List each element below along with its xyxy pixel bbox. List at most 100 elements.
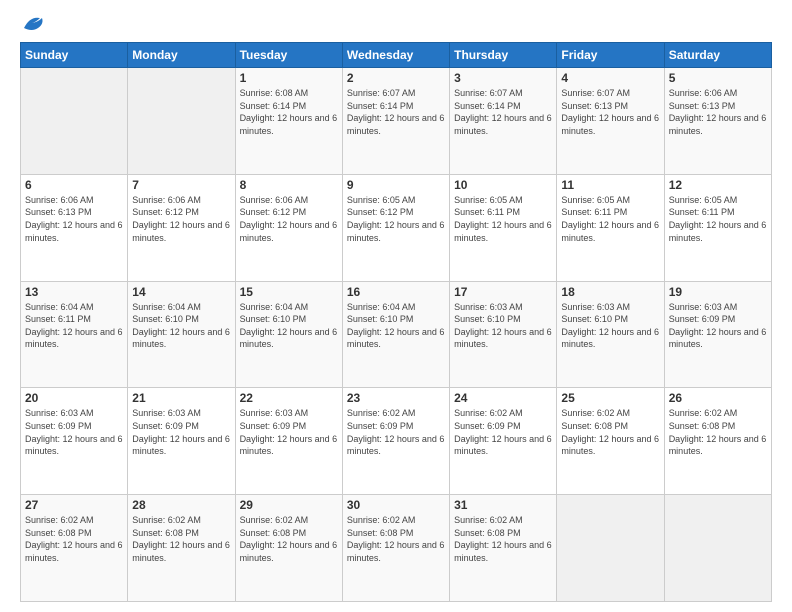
day-info: Sunrise: 6:04 AMSunset: 6:10 PMDaylight:… bbox=[132, 301, 230, 351]
day-number: 7 bbox=[132, 178, 230, 192]
day-cell: 13 Sunrise: 6:04 AMSunset: 6:11 PMDayligh… bbox=[21, 281, 128, 388]
weekday-header-tuesday: Tuesday bbox=[235, 43, 342, 68]
day-number: 29 bbox=[240, 498, 338, 512]
day-number: 8 bbox=[240, 178, 338, 192]
day-cell: 30Sunrise: 6:02 AMSunset: 6:08 PMDayligh… bbox=[342, 495, 449, 602]
day-cell: 1 Sunrise: 6:08 AMSunset: 6:14 PMDaylight… bbox=[235, 68, 342, 175]
day-cell: 15Sunrise: 6:04 AMSunset: 6:10 PMDayligh… bbox=[235, 281, 342, 388]
day-cell: 4 Sunrise: 6:07 AMSunset: 6:13 PMDaylight… bbox=[557, 68, 664, 175]
day-info: Sunrise: 6:03 AMSunset: 6:09 PMDaylight:… bbox=[669, 301, 767, 351]
day-cell bbox=[557, 495, 664, 602]
day-number: 16 bbox=[347, 285, 445, 299]
day-number: 4 bbox=[561, 71, 659, 85]
day-info: Sunrise: 6:03 AMSunset: 6:09 PMDaylight:… bbox=[132, 407, 230, 457]
day-info: Sunrise: 6:03 AMSunset: 6:09 PMDaylight:… bbox=[25, 407, 123, 457]
day-cell: 20 Sunrise: 6:03 AMSunset: 6:09 PMDayligh… bbox=[21, 388, 128, 495]
day-info: Sunrise: 6:02 AMSunset: 6:08 PMDaylight:… bbox=[561, 407, 659, 457]
day-info: Sunrise: 6:02 AMSunset: 6:08 PMDaylight:… bbox=[240, 514, 338, 564]
day-number: 1 bbox=[240, 71, 338, 85]
day-number: 31 bbox=[454, 498, 552, 512]
day-info: Sunrise: 6:03 AMSunset: 6:09 PMDaylight:… bbox=[240, 407, 338, 457]
day-cell: 19Sunrise: 6:03 AMSunset: 6:09 PMDayligh… bbox=[664, 281, 771, 388]
day-number: 18 bbox=[561, 285, 659, 299]
week-row-2: 6 Sunrise: 6:06 AMSunset: 6:13 PMDaylight… bbox=[21, 174, 772, 281]
day-number: 25 bbox=[561, 391, 659, 405]
day-info: Sunrise: 6:07 AMSunset: 6:13 PMDaylight:… bbox=[561, 87, 659, 137]
day-number: 27 bbox=[25, 498, 123, 512]
day-number: 9 bbox=[347, 178, 445, 192]
week-row-3: 13 Sunrise: 6:04 AMSunset: 6:11 PMDayligh… bbox=[21, 281, 772, 388]
day-cell: 9 Sunrise: 6:05 AMSunset: 6:12 PMDaylight… bbox=[342, 174, 449, 281]
day-number: 13 bbox=[25, 285, 123, 299]
day-number: 14 bbox=[132, 285, 230, 299]
day-cell: 22 Sunrise: 6:03 AMSunset: 6:09 PMDayligh… bbox=[235, 388, 342, 495]
day-info: Sunrise: 6:07 AMSunset: 6:14 PMDaylight:… bbox=[454, 87, 552, 137]
day-cell: 14 Sunrise: 6:04 AMSunset: 6:10 PMDayligh… bbox=[128, 281, 235, 388]
day-number: 20 bbox=[25, 391, 123, 405]
day-number: 6 bbox=[25, 178, 123, 192]
day-cell: 7 Sunrise: 6:06 AMSunset: 6:12 PMDaylight… bbox=[128, 174, 235, 281]
day-info: Sunrise: 6:04 AMSunset: 6:11 PMDaylight:… bbox=[25, 301, 123, 351]
weekday-header-monday: Monday bbox=[128, 43, 235, 68]
weekday-header-sunday: Sunday bbox=[21, 43, 128, 68]
page: SundayMondayTuesdayWednesdayThursdayFrid… bbox=[0, 0, 792, 612]
week-row-5: 27 Sunrise: 6:02 AMSunset: 6:08 PMDayligh… bbox=[21, 495, 772, 602]
day-number: 21 bbox=[132, 391, 230, 405]
day-cell: 29 Sunrise: 6:02 AMSunset: 6:08 PMDayligh… bbox=[235, 495, 342, 602]
day-cell: 31Sunrise: 6:02 AMSunset: 6:08 PMDayligh… bbox=[450, 495, 557, 602]
day-info: Sunrise: 6:05 AMSunset: 6:11 PMDaylight:… bbox=[454, 194, 552, 244]
weekday-header-row: SundayMondayTuesdayWednesdayThursdayFrid… bbox=[21, 43, 772, 68]
day-cell bbox=[128, 68, 235, 175]
day-info: Sunrise: 6:03 AMSunset: 6:10 PMDaylight:… bbox=[561, 301, 659, 351]
day-number: 26 bbox=[669, 391, 767, 405]
day-cell: 8Sunrise: 6:06 AMSunset: 6:12 PMDaylight… bbox=[235, 174, 342, 281]
day-cell: 25 Sunrise: 6:02 AMSunset: 6:08 PMDayligh… bbox=[557, 388, 664, 495]
day-info: Sunrise: 6:04 AMSunset: 6:10 PMDaylight:… bbox=[347, 301, 445, 351]
day-info: Sunrise: 6:05 AMSunset: 6:11 PMDaylight:… bbox=[669, 194, 767, 244]
day-info: Sunrise: 6:02 AMSunset: 6:08 PMDaylight:… bbox=[132, 514, 230, 564]
day-cell: 11Sunrise: 6:05 AMSunset: 6:11 PMDayligh… bbox=[557, 174, 664, 281]
day-info: Sunrise: 6:08 AMSunset: 6:14 PMDaylight:… bbox=[240, 87, 338, 137]
day-number: 22 bbox=[240, 391, 338, 405]
day-info: Sunrise: 6:05 AMSunset: 6:12 PMDaylight:… bbox=[347, 194, 445, 244]
day-cell bbox=[21, 68, 128, 175]
weekday-header-friday: Friday bbox=[557, 43, 664, 68]
day-cell: 27 Sunrise: 6:02 AMSunset: 6:08 PMDayligh… bbox=[21, 495, 128, 602]
header bbox=[20, 16, 772, 32]
day-info: Sunrise: 6:02 AMSunset: 6:08 PMDaylight:… bbox=[25, 514, 123, 564]
weekday-header-wednesday: Wednesday bbox=[342, 43, 449, 68]
day-number: 17 bbox=[454, 285, 552, 299]
day-cell: 5 Sunrise: 6:06 AMSunset: 6:13 PMDaylight… bbox=[664, 68, 771, 175]
day-info: Sunrise: 6:06 AMSunset: 6:13 PMDaylight:… bbox=[669, 87, 767, 137]
day-cell: 21 Sunrise: 6:03 AMSunset: 6:09 PMDayligh… bbox=[128, 388, 235, 495]
week-row-4: 20 Sunrise: 6:03 AMSunset: 6:09 PMDayligh… bbox=[21, 388, 772, 495]
calendar: SundayMondayTuesdayWednesdayThursdayFrid… bbox=[20, 42, 772, 602]
week-row-1: 1 Sunrise: 6:08 AMSunset: 6:14 PMDaylight… bbox=[21, 68, 772, 175]
day-cell: 24 Sunrise: 6:02 AMSunset: 6:09 PMDayligh… bbox=[450, 388, 557, 495]
day-cell: 10 Sunrise: 6:05 AMSunset: 6:11 PMDayligh… bbox=[450, 174, 557, 281]
day-number: 28 bbox=[132, 498, 230, 512]
day-info: Sunrise: 6:07 AMSunset: 6:14 PMDaylight:… bbox=[347, 87, 445, 137]
weekday-header-thursday: Thursday bbox=[450, 43, 557, 68]
day-cell: 23 Sunrise: 6:02 AMSunset: 6:09 PMDayligh… bbox=[342, 388, 449, 495]
day-info: Sunrise: 6:02 AMSunset: 6:08 PMDaylight:… bbox=[669, 407, 767, 457]
day-info: Sunrise: 6:06 AMSunset: 6:12 PMDaylight:… bbox=[132, 194, 230, 244]
day-cell: 12 Sunrise: 6:05 AMSunset: 6:11 PMDayligh… bbox=[664, 174, 771, 281]
day-info: Sunrise: 6:02 AMSunset: 6:09 PMDaylight:… bbox=[347, 407, 445, 457]
day-number: 12 bbox=[669, 178, 767, 192]
day-number: 5 bbox=[669, 71, 767, 85]
day-number: 11 bbox=[561, 178, 659, 192]
weekday-header-saturday: Saturday bbox=[664, 43, 771, 68]
day-cell: 26 Sunrise: 6:02 AMSunset: 6:08 PMDayligh… bbox=[664, 388, 771, 495]
day-number: 2 bbox=[347, 71, 445, 85]
day-cell: 17Sunrise: 6:03 AMSunset: 6:10 PMDayligh… bbox=[450, 281, 557, 388]
day-info: Sunrise: 6:04 AMSunset: 6:10 PMDaylight:… bbox=[240, 301, 338, 351]
day-cell: 28 Sunrise: 6:02 AMSunset: 6:08 PMDayligh… bbox=[128, 495, 235, 602]
day-cell: 3Sunrise: 6:07 AMSunset: 6:14 PMDaylight… bbox=[450, 68, 557, 175]
logo-bird-icon bbox=[22, 14, 44, 32]
day-info: Sunrise: 6:02 AMSunset: 6:09 PMDaylight:… bbox=[454, 407, 552, 457]
day-info: Sunrise: 6:06 AMSunset: 6:13 PMDaylight:… bbox=[25, 194, 123, 244]
day-number: 10 bbox=[454, 178, 552, 192]
day-number: 24 bbox=[454, 391, 552, 405]
day-number: 23 bbox=[347, 391, 445, 405]
